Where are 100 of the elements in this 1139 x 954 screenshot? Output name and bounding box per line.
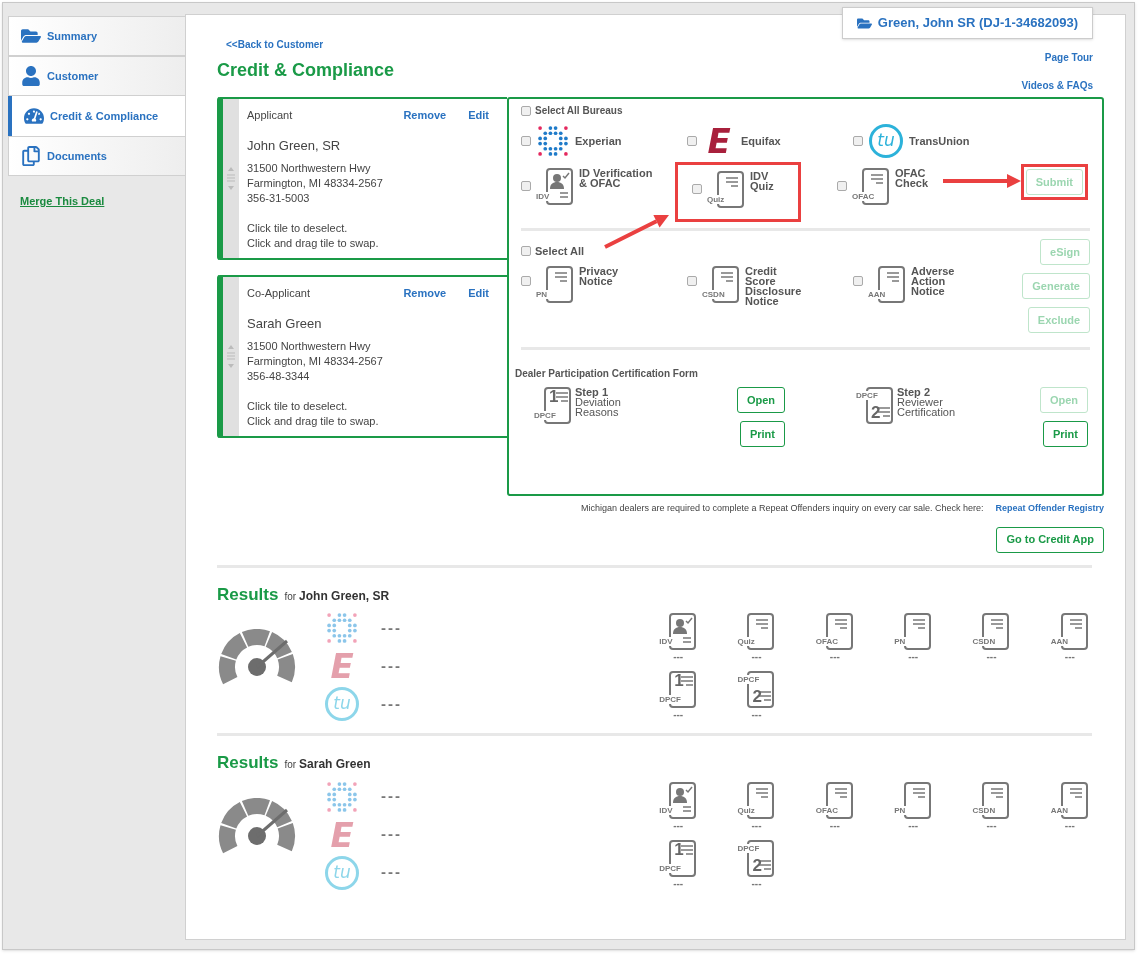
document-tag: OFAC xyxy=(814,805,840,815)
page-title: Credit & Compliance xyxy=(217,59,395,82)
document-result: --- xyxy=(908,819,919,832)
checkbox[interactable] xyxy=(853,136,863,146)
applicant-address: 31500 Northwestern Hwy Farmington, MI 48334-2567 356-48-3344 xyxy=(247,339,384,384)
card-action-link[interactable]: Remove xyxy=(403,285,447,302)
applicant-card[interactable]: Applicant Remove Edit John Green, SR 31500 Northwestern Hwy Farmington, MI 48334-2567 356-31-5003 Click tile to deselect. Click and drag tile to swap. xyxy=(217,97,507,260)
document-result: --- xyxy=(829,819,840,832)
checkbox[interactable] xyxy=(521,275,531,286)
document-result: --- xyxy=(751,709,762,721)
document-tag: DPCF xyxy=(736,675,761,684)
document-tag: DPCF xyxy=(533,411,557,420)
document-number: 2 xyxy=(752,856,762,875)
card-action-link[interactable]: Edit xyxy=(468,107,489,124)
bureau-result: --- xyxy=(381,655,402,676)
checkbox[interactable] xyxy=(687,275,697,286)
bureau-result: --- xyxy=(381,862,402,883)
bureau-result: --- xyxy=(381,617,402,638)
card-action-link[interactable]: Remove xyxy=(403,107,447,124)
checkbox[interactable] xyxy=(687,136,697,146)
card-role: Applicant xyxy=(247,108,294,123)
document-tag: IDV xyxy=(535,192,551,201)
document-icon xyxy=(546,265,573,303)
document-tag: AAN xyxy=(1049,805,1070,815)
bureau-logo: tu xyxy=(869,124,903,158)
outline-button[interactable]: Go to Credit App xyxy=(996,526,1104,553)
document-tag: IDV xyxy=(658,805,674,815)
drag-handle[interactable] xyxy=(223,277,239,436)
sidebar-tab[interactable]: Credit & Compliance xyxy=(8,96,186,136)
document-result: --- xyxy=(986,819,997,832)
bureau-result: --- xyxy=(381,693,402,714)
bureau-label: Equifax xyxy=(741,133,781,149)
bureau-label: TransUnion xyxy=(909,133,970,149)
document-tag: Quiz xyxy=(706,195,726,204)
document-result: --- xyxy=(829,651,840,663)
sidebar-tab[interactable]: Summary xyxy=(8,16,186,56)
customer-badge[interactable]: Green, John SR (DJ-1-34682093) xyxy=(841,7,1093,39)
document-result: --- xyxy=(673,709,684,721)
folder-icon xyxy=(21,26,41,46)
results-name: John Green, SR xyxy=(299,587,390,605)
item-label: OFAC Check xyxy=(895,166,929,188)
results-title: Results xyxy=(217,583,279,606)
help-link[interactable]: Videos & FAQs xyxy=(1021,78,1093,93)
customer-name: Green, John SR (DJ-1-34682093) xyxy=(877,14,1078,33)
results-prefix: for xyxy=(284,589,297,604)
item-label: ID Verification & OFAC xyxy=(579,166,653,188)
section-heading: Dealer Participation Certification Form xyxy=(515,367,699,381)
help-link[interactable]: Page Tour xyxy=(1044,50,1093,65)
dot-grid-logo-icon xyxy=(326,780,358,813)
document-tag: PN xyxy=(893,637,907,646)
merge-deal-link[interactable]: Merge This Deal xyxy=(20,193,105,210)
gauge-icon xyxy=(24,106,44,126)
checkbox[interactable] xyxy=(853,275,863,286)
document-tag: IDV xyxy=(658,637,674,646)
checkbox[interactable] xyxy=(692,184,702,194)
document-tag: CSDN xyxy=(971,637,997,646)
document-result: --- xyxy=(673,819,684,832)
document-icon xyxy=(904,781,932,819)
document-result: --- xyxy=(673,877,684,890)
checkbox[interactable] xyxy=(521,181,531,191)
back-link[interactable]: <<Back to Customer xyxy=(226,37,395,52)
outline-button[interactable]: Print xyxy=(739,421,785,447)
outline-button[interactable]: Open xyxy=(736,387,785,413)
drag-handle[interactable] xyxy=(223,99,239,258)
item-label: Privacy Notice xyxy=(579,265,619,286)
checkbox[interactable] xyxy=(521,105,531,116)
outline-button[interactable]: Print xyxy=(1042,421,1088,447)
checkbox[interactable] xyxy=(837,181,847,191)
sidebar-tab[interactable]: Customer xyxy=(8,56,186,96)
document-number: 1 xyxy=(674,672,684,690)
document-tag: DPCF xyxy=(736,843,761,853)
annotation-arrow xyxy=(604,215,669,249)
card-role: Co-Applicant xyxy=(247,286,311,301)
applicant-card[interactable]: Co-Applicant Remove Edit Sarah Green 31500 Northwestern Hwy Farmington, MI 48334-2567 356-48-3344 Click tile to deselect. Click and drag tile to swap. xyxy=(217,275,507,438)
step-title: Step 2 xyxy=(897,387,931,397)
results-name: Sarah Green xyxy=(299,756,371,773)
applicant-name: John Green, SR xyxy=(247,136,342,155)
card-action-link[interactable]: Edit xyxy=(468,285,489,302)
document-result: --- xyxy=(751,651,762,663)
document-tag: OFAC xyxy=(851,192,876,201)
bureau-logo: tu xyxy=(325,687,359,721)
registry-link[interactable]: Repeat Offender Registry xyxy=(995,502,1104,516)
document-tag: Quiz xyxy=(736,637,756,646)
sidebar-tab[interactable]: Documents xyxy=(8,136,186,176)
document-result: --- xyxy=(1064,651,1075,663)
checkbox[interactable] xyxy=(521,136,531,146)
bureau-label: Experian xyxy=(575,133,622,149)
document-tag: Quiz xyxy=(736,805,756,815)
document-result: --- xyxy=(751,877,762,890)
document-number: 2 xyxy=(752,688,762,706)
card-hint: Click tile to deselect. Click and drag tile to swap. xyxy=(247,221,380,251)
document-tag: PN xyxy=(535,289,549,299)
document-tag: AAN xyxy=(867,289,887,299)
checkbox[interactable] xyxy=(521,246,531,257)
applicant-name: Sarah Green xyxy=(247,314,323,333)
item-label: Reviewer Certification xyxy=(897,397,956,417)
bureau-logo: E xyxy=(329,818,355,851)
select-all-label: Select All xyxy=(535,244,585,259)
document-result: --- xyxy=(1064,819,1075,832)
document-tag: DPCF xyxy=(658,695,682,704)
